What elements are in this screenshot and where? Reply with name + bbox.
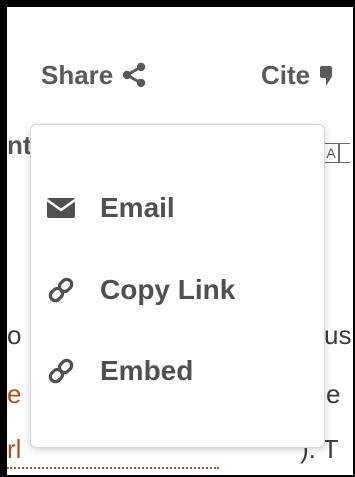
share-embed-label: Embed [100, 355, 194, 386]
body-link-line-3[interactable]: rl [7, 434, 21, 465]
body-text-line-2-right: e [326, 379, 341, 409]
envelope-icon [40, 196, 82, 220]
share-embed-item[interactable]: Embed [40, 351, 193, 391]
share-icon [123, 62, 146, 88]
font-size-control-secondary[interactable] [339, 143, 350, 163]
link-underline [7, 467, 219, 469]
share-email-label: Email [100, 192, 175, 223]
body-text-line-1-right: us [324, 320, 352, 350]
share-copy-link-label: Copy Link [100, 274, 236, 305]
font-size-control[interactable]: A [323, 143, 339, 163]
link-icon [40, 358, 82, 384]
share-copy-link-item[interactable]: Copy Link [40, 270, 235, 310]
share-email-item[interactable]: Email [40, 188, 175, 228]
body-text-line-1-left: o [7, 320, 22, 350]
cite-button[interactable]: Cite [261, 58, 344, 92]
share-label: Share [41, 59, 114, 90]
link-icon [40, 277, 82, 303]
cite-label: Cite [261, 59, 311, 90]
body-link-line-2[interactable]: e [7, 379, 21, 410]
quote-icon [320, 66, 333, 86]
share-button[interactable]: Share [41, 58, 147, 92]
